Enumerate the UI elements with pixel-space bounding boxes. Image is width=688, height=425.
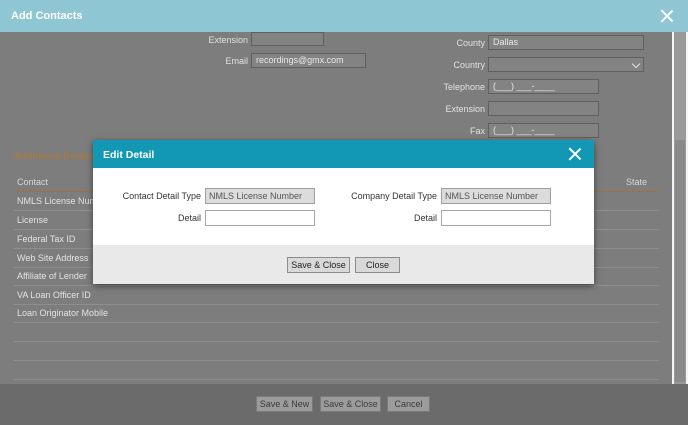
email-input[interactable]: recordings@gmx.com <box>251 53 366 68</box>
modal-titlebar: Edit Detail <box>93 140 594 168</box>
contact-detail-type-label: Contact Detail Type <box>122 191 201 201</box>
contact-detail-input[interactable] <box>205 210 315 226</box>
vertical-scrollbar[interactable] <box>674 32 686 384</box>
extension-label: Extension <box>208 35 248 45</box>
fax-input[interactable]: (___) ___-____ <box>488 123 599 138</box>
country-select[interactable] <box>488 57 644 72</box>
extension-input[interactable] <box>251 32 324 46</box>
company-detail-type-field: NMLS License Number <box>441 188 551 204</box>
modal-title: Edit Detail <box>103 149 155 161</box>
telephone-label: Telephone <box>443 82 485 92</box>
company-detail-label: Detail <box>413 213 437 223</box>
county-label: County <box>456 38 485 48</box>
table-row[interactable] <box>14 361 659 380</box>
edit-detail-modal: Edit Detail Contact Detail Type NMLS Lic… <box>93 140 594 284</box>
email-label: Email <box>225 56 248 66</box>
county-input[interactable]: Dallas <box>488 35 644 50</box>
extension-right-label: Extension <box>445 104 485 114</box>
window-title: Add Contacts <box>11 10 83 22</box>
table-row[interactable] <box>14 323 659 342</box>
contact-detail-type-field: NMLS License Number <box>205 188 315 204</box>
extension-right-input[interactable] <box>488 101 599 116</box>
additional-details-title: Additional Details <box>14 151 95 162</box>
contact-detail-label: Detail <box>177 213 201 223</box>
window-titlebar: Add Contacts <box>0 0 688 32</box>
column-state[interactable]: State <box>626 177 647 187</box>
table-row[interactable]: VA Loan Officer ID <box>14 286 659 305</box>
table-row[interactable] <box>14 342 659 361</box>
modal-close-button[interactable]: Close <box>355 257 400 273</box>
telephone-input[interactable]: (___) ___-____ <box>488 79 599 94</box>
country-label: Country <box>453 60 485 70</box>
modal-save-close-button[interactable]: Save & Close <box>287 257 350 273</box>
table-row[interactable]: Loan Originator Mobile <box>14 304 659 323</box>
modal-footer: Save & Close Close <box>93 245 594 284</box>
window-footer: Save & New Save & Close Cancel <box>0 384 688 425</box>
scrollbar-thumb[interactable] <box>675 140 685 382</box>
cancel-button[interactable]: Cancel <box>387 396 430 412</box>
modal-close-icon[interactable] <box>568 147 582 161</box>
fax-label: Fax <box>469 126 485 136</box>
window-close-icon[interactable] <box>660 9 674 23</box>
company-detail-type-label: Company Detail Type <box>351 191 437 201</box>
save-close-button[interactable]: Save & Close <box>320 396 381 412</box>
company-detail-input[interactable] <box>441 210 551 226</box>
save-new-button[interactable]: Save & New <box>256 396 313 412</box>
chevron-down-icon <box>631 59 641 69</box>
column-contact[interactable]: Contact <box>17 177 48 187</box>
